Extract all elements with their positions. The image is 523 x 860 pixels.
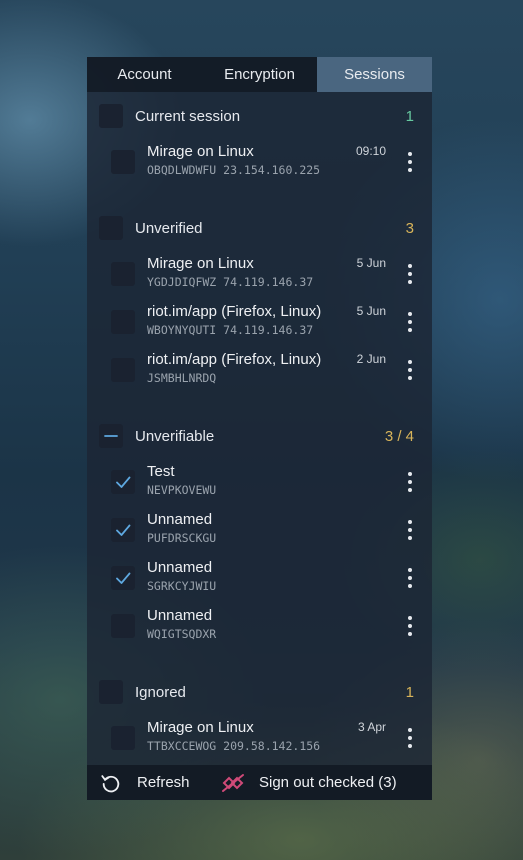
session-checkbox[interactable] [111,150,135,174]
session-last-seen: 3 Apr [357,720,386,734]
group-title: Unverified [135,219,203,237]
session-device-info: TTBXCCEWOG 209.58.142.156 [147,739,321,753]
session-row[interactable]: Mirage on Linux OBQDLWDWFU 23.154.160.225… [87,138,432,186]
session-name: Unnamed [147,511,213,528]
session-last-seen: 5 Jun [356,304,386,318]
session-device-info: NEVPKOVEWU [147,483,217,497]
group-header[interactable]: Ignored 1 [87,674,432,710]
tab-encryption[interactable]: Encryption [202,57,317,92]
session-device-info: WQIGTSQDXR [147,627,217,641]
session-device-info: PUFDRSCKGU [147,531,217,545]
session-list[interactable]: Current session 1 Mirage on Linux OBQDLWDWF… [87,92,432,765]
session-row[interactable]: riot.im/app (Firefox, Linux) WBOYNYQUTI 7… [87,298,432,346]
group-title: Current session [135,107,241,125]
group-title: Ignored [135,683,186,701]
group-checkbox[interactable] [99,104,123,128]
session-device-info: OBQDLWDWFU 23.154.160.225 [147,163,321,177]
session-name: Unnamed [147,607,213,624]
session-device-info: WBOYNYQUTI 74.119.146.37 [147,323,314,337]
session-checkbox[interactable] [111,358,135,382]
session-device-info: YGDJDIQFWZ 74.119.146.37 [147,275,314,289]
more-options-icon[interactable] [402,516,418,544]
session-last-seen: 09:10 [355,144,386,158]
session-checkbox[interactable] [111,470,135,494]
session-name: riot.im/app (Firefox, Linux) [147,351,322,368]
session-name: Mirage on Linux [147,143,254,160]
group-checkbox[interactable] [99,216,123,240]
group-checkbox[interactable] [99,424,123,448]
session-checkbox[interactable] [111,566,135,590]
group-header[interactable]: Unverifiable 3 / 4 [87,418,432,454]
session-name: riot.im/app (Firefox, Linux) [147,303,322,320]
group-count: 3 [405,219,414,237]
session-name: Mirage on Linux [147,719,254,736]
session-checkbox[interactable] [111,614,135,638]
more-options-icon[interactable] [402,564,418,592]
session-row[interactable]: Test NEVPKOVEWU [87,458,432,506]
sign-out-checked-button[interactable]: Sign out checked (3) [215,765,397,800]
session-checkbox[interactable] [111,726,135,750]
session-device-info: SGRKCYJWIU [147,579,217,593]
more-options-icon[interactable] [402,724,418,752]
group-header[interactable]: Unverified 3 [87,210,432,246]
sign-out-label: Sign out checked (3) [259,774,397,791]
session-name: Test [147,463,175,480]
session-row[interactable]: Unnamed PUFDRSCKGU [87,506,432,554]
session-name: Unnamed [147,559,213,576]
session-last-seen: 5 Jun [356,256,386,270]
footer-bar: Refresh Sign out checked (3) [87,765,432,800]
refresh-button[interactable]: Refresh [87,765,215,800]
group-checkbox[interactable] [99,680,123,704]
more-options-icon[interactable] [402,308,418,336]
more-options-icon[interactable] [402,612,418,640]
session-row[interactable]: riot.im/app (Firefox, Linux) JSMBHLNRDQ 2 … [87,346,432,394]
session-name: Mirage on Linux [147,255,254,272]
group-count: 3 / 4 [384,427,414,445]
sign-out-icon [221,771,245,795]
tab-account[interactable]: Account [87,57,202,92]
session-row[interactable]: Unnamed WQIGTSQDXR [87,602,432,650]
session-last-seen: 2 Jun [356,352,386,366]
session-checkbox[interactable] [111,310,135,334]
session-checkbox[interactable] [111,262,135,286]
more-options-icon[interactable] [402,148,418,176]
group-count: 1 [405,683,414,701]
refresh-label: Refresh [137,774,190,791]
tab-bar: Account Encryption Sessions [87,57,432,92]
session-row[interactable]: Mirage on Linux YGDJDIQFWZ 74.119.146.37 5… [87,250,432,298]
refresh-icon [99,771,123,795]
tab-sessions[interactable]: Sessions [317,57,432,92]
session-row[interactable]: Mirage on Linux TTBXCCEWOG 209.58.142.156… [87,714,432,762]
more-options-icon[interactable] [402,356,418,384]
more-options-icon[interactable] [402,260,418,288]
more-options-icon[interactable] [402,468,418,496]
group-header[interactable]: Current session 1 [87,98,432,134]
session-checkbox[interactable] [111,518,135,542]
session-row[interactable]: Unnamed SGRKCYJWIU [87,554,432,602]
group-count: 1 [405,107,414,125]
sessions-panel: Account Encryption Sessions Current sess… [87,57,432,800]
group-title: Unverifiable [135,427,215,445]
session-device-info: JSMBHLNRDQ [147,371,217,385]
